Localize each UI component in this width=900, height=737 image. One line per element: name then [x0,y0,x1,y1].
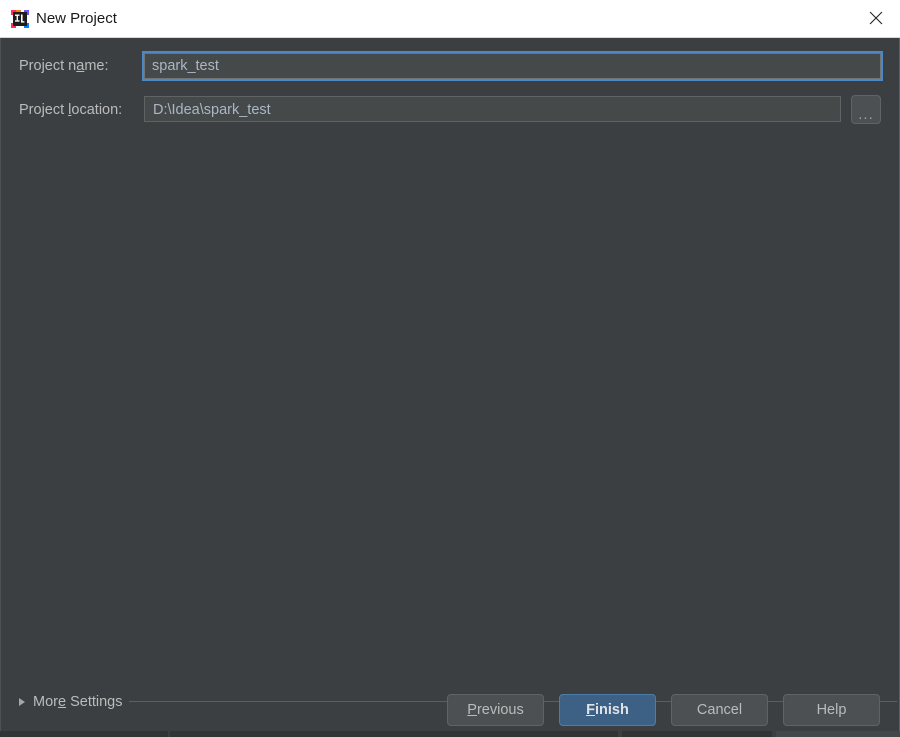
background-panel-3 [622,731,772,737]
dialog-title: New Project [36,10,117,27]
background-panel-2 [170,731,618,737]
background-ide-strip [0,731,900,737]
intellij-idea-icon [11,10,29,28]
close-icon[interactable] [854,0,900,37]
finish-button[interactable]: Finish [559,694,656,726]
dialog-content: Project name: spark_test Project locatio… [0,38,900,731]
browse-location-button[interactable]: ... [851,95,881,124]
project-location-label: Project location: [19,102,123,118]
previous-button[interactable]: Previous [447,694,544,726]
project-name-label: Project name: [19,58,109,74]
new-project-dialog: New Project Project name: spark_test Pro… [0,0,900,737]
project-name-input[interactable]: spark_test [142,51,883,81]
chevron-right-icon [19,698,25,706]
more-settings-toggle[interactable]: More Settings [19,693,122,711]
cancel-button[interactable]: Cancel [671,694,768,726]
more-settings-label: More Settings [33,694,123,710]
dialog-titlebar: New Project [0,0,900,38]
project-location-input[interactable]: D:\Idea\spark_test [144,96,841,122]
background-panel-1 [0,731,168,737]
ellipsis-icon: ... [858,106,874,123]
help-button[interactable]: Help [783,694,880,726]
background-panel-4 [776,731,900,737]
